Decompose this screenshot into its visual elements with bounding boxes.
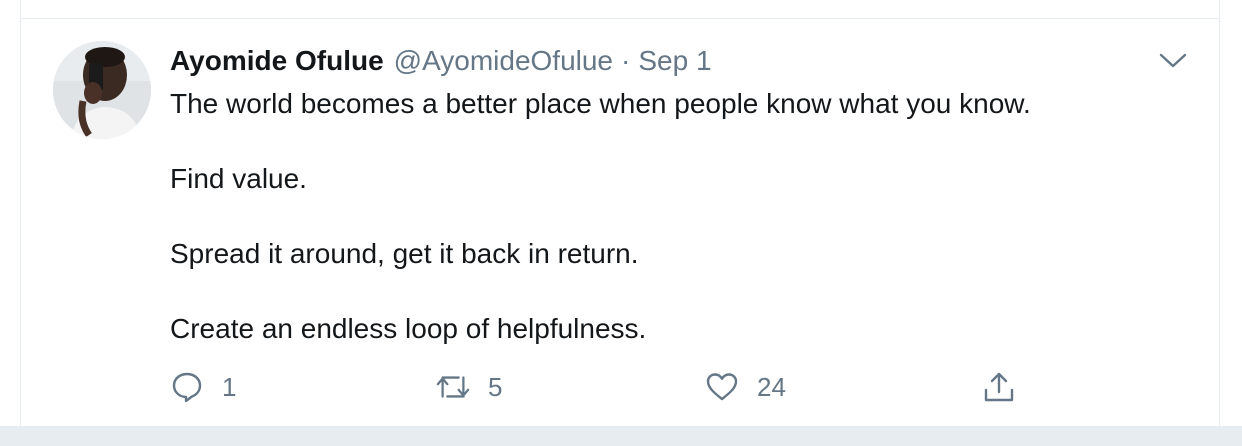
reply-button[interactable]: 1 xyxy=(170,367,236,407)
like-count: 24 xyxy=(757,371,786,402)
heart-icon xyxy=(705,370,739,404)
tweet-paragraph: The world becomes a better place when pe… xyxy=(170,88,1031,119)
share-button[interactable] xyxy=(982,367,1016,407)
chevron-down-icon xyxy=(1159,53,1187,68)
retweet-icon xyxy=(436,370,470,404)
avatar[interactable] xyxy=(53,41,151,139)
tweet-paragraph: Find value. xyxy=(170,163,307,194)
timeline-border-left xyxy=(20,0,21,18)
timestamp[interactable]: Sep 1 xyxy=(638,43,711,79)
retweet-button[interactable]: 5 xyxy=(436,367,502,407)
timeline-border-right xyxy=(1219,0,1220,18)
separator-dot: · xyxy=(621,45,631,76)
timeline-gap xyxy=(0,426,1242,446)
display-name[interactable]: Ayomide Ofulue xyxy=(170,43,384,79)
retweet-count: 5 xyxy=(488,371,503,402)
share-icon xyxy=(982,370,1016,404)
reply-count: 1 xyxy=(222,371,237,402)
tweet-actions: 1 5 24 xyxy=(170,367,1190,407)
avatar-image xyxy=(53,41,151,139)
tweet-card[interactable]: Ayomide Ofulue @AyomideOfulue · Sep 1 Th… xyxy=(20,18,1220,426)
like-button[interactable]: 24 xyxy=(705,367,786,407)
tweet-header: Ayomide Ofulue @AyomideOfulue · Sep 1 xyxy=(170,43,712,79)
tweet-menu-button[interactable] xyxy=(1157,49,1189,73)
tweet-paragraph: Spread it around, get it back in return. xyxy=(170,238,639,269)
tweet-text: The world becomes a better place when pe… xyxy=(170,85,1190,348)
user-handle[interactable]: @AyomideOfulue xyxy=(394,43,613,79)
page: Ayomide Ofulue @AyomideOfulue · Sep 1 Th… xyxy=(0,0,1242,446)
reply-icon xyxy=(170,370,204,404)
tweet-paragraph: Create an endless loop of helpfulness. xyxy=(170,313,647,344)
